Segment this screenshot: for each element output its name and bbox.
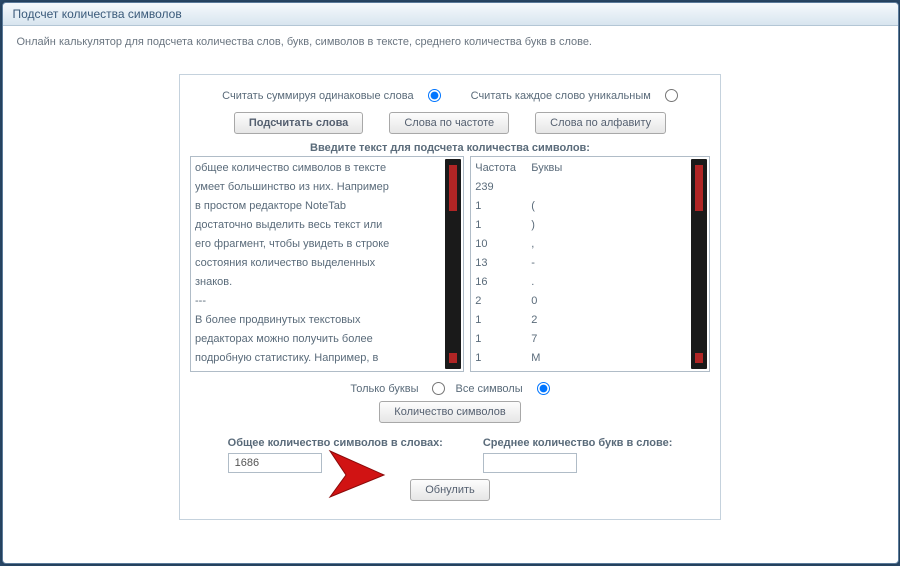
scrollbar[interactable] xyxy=(445,159,461,369)
freq-row: 1M xyxy=(475,349,685,368)
freq-row: 1) xyxy=(475,216,685,235)
freq-header-letter: Буквы xyxy=(531,159,562,178)
mode-unique-radio[interactable] xyxy=(665,89,678,102)
filter-all-label: Все символы xyxy=(455,383,522,395)
main-panel: Считать суммируя одинаковые слова Считат… xyxy=(179,74,721,520)
freq-row: 12 xyxy=(475,311,685,330)
count-symbols-button[interactable]: Количество символов xyxy=(379,401,520,423)
frequency-output[interactable]: Частота Буквы 2391(1)10,13-16.2012171M1N xyxy=(470,156,710,372)
avg-letters-label: Среднее количество букв в слове: xyxy=(483,437,673,449)
words-by-freq-button[interactable]: Слова по частоте xyxy=(389,112,509,134)
total-chars-value xyxy=(228,453,322,473)
freq-row: 239 xyxy=(475,178,685,197)
mode-sum-radio[interactable] xyxy=(428,89,441,102)
freq-header-count: Частота xyxy=(475,159,523,178)
mode-sum-label: Считать суммируя одинаковые слова xyxy=(222,90,413,102)
window-title: Подсчет количества символов xyxy=(3,3,898,26)
freq-row: 13- xyxy=(475,254,685,273)
filter-letters-label: Только буквы xyxy=(350,383,418,395)
freq-row: 10, xyxy=(475,235,685,254)
input-section-title: Введите текст для подсчета количества си… xyxy=(190,142,710,154)
freq-row: 17 xyxy=(475,330,685,349)
words-by-alpha-button[interactable]: Слова по алфавиту xyxy=(535,112,666,134)
page-subtitle: Онлайн калькулятор для подсчета количест… xyxy=(3,26,898,52)
scrollbar[interactable] xyxy=(691,159,707,369)
mode-unique-label: Считать каждое слово уникальным xyxy=(471,90,651,102)
freq-row: 1N xyxy=(475,368,685,372)
reset-button[interactable]: Обнулить xyxy=(410,479,490,501)
filter-all-radio[interactable] xyxy=(537,382,550,395)
avg-letters-value xyxy=(483,453,577,473)
input-textarea[interactable]: общее количество символов в тексте умеет… xyxy=(190,156,464,372)
count-words-button[interactable]: Подсчитать слова xyxy=(234,112,363,134)
freq-row: 20 xyxy=(475,292,685,311)
filter-letters-radio[interactable] xyxy=(432,382,445,395)
freq-row: 16. xyxy=(475,273,685,292)
freq-row: 1( xyxy=(475,197,685,216)
total-chars-label: Общее количество символов в словах: xyxy=(228,437,443,449)
